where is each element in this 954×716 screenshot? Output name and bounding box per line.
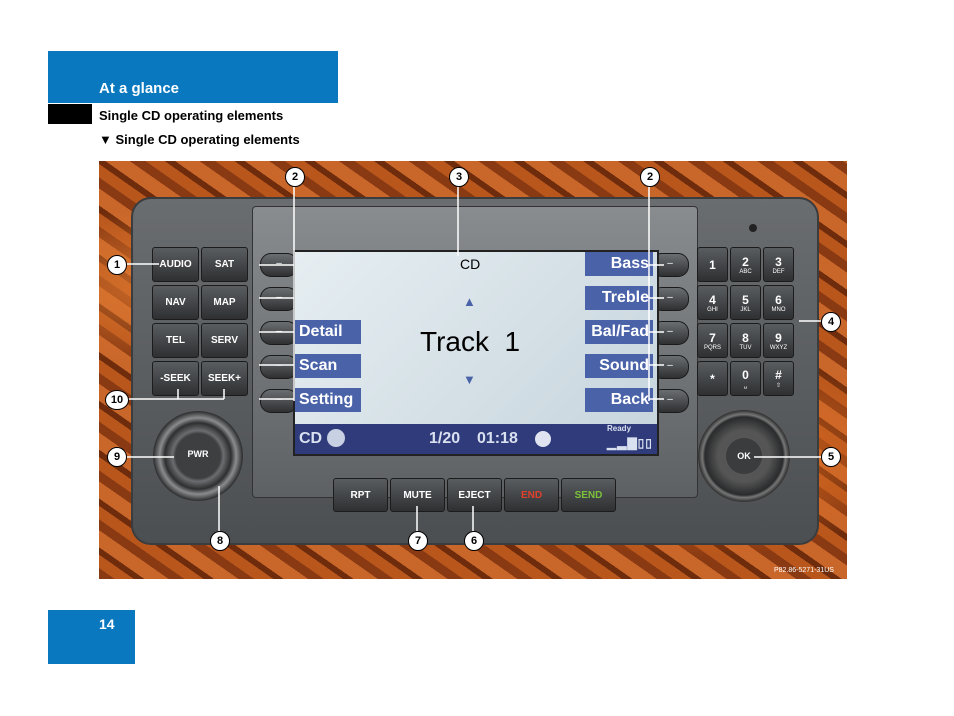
callout-5: 5 xyxy=(821,447,841,467)
section-heading: ▼ Single CD operating elements xyxy=(99,132,300,147)
callout-3: 3 xyxy=(449,167,469,187)
callout-1: 1 xyxy=(107,255,127,275)
callout-10: 10 xyxy=(105,390,129,410)
callout-4: 4 xyxy=(821,312,841,332)
callout-2: 2 xyxy=(285,167,305,187)
callout-8: 8 xyxy=(210,531,230,551)
callout-2: 2 xyxy=(640,167,660,187)
page-number: 14 xyxy=(99,616,115,632)
page-number-box: 14 xyxy=(48,610,135,664)
callout-6: 6 xyxy=(464,531,484,551)
figure-code: P82.86-5271-31US xyxy=(774,567,834,574)
header-subtitle: Single CD operating elements xyxy=(99,108,284,123)
header-bar: At a glance xyxy=(48,51,338,103)
callout-lines xyxy=(125,185,821,531)
header-marker xyxy=(48,104,92,124)
header-title: At a glance xyxy=(99,80,180,97)
radio-illustration: AUDIO SAT NAV MAP TEL SERV -SEEK SEEK+ – – – – – – – –… xyxy=(99,161,847,579)
callout-9: 9 xyxy=(107,447,127,467)
callout-7: 7 xyxy=(408,531,428,551)
